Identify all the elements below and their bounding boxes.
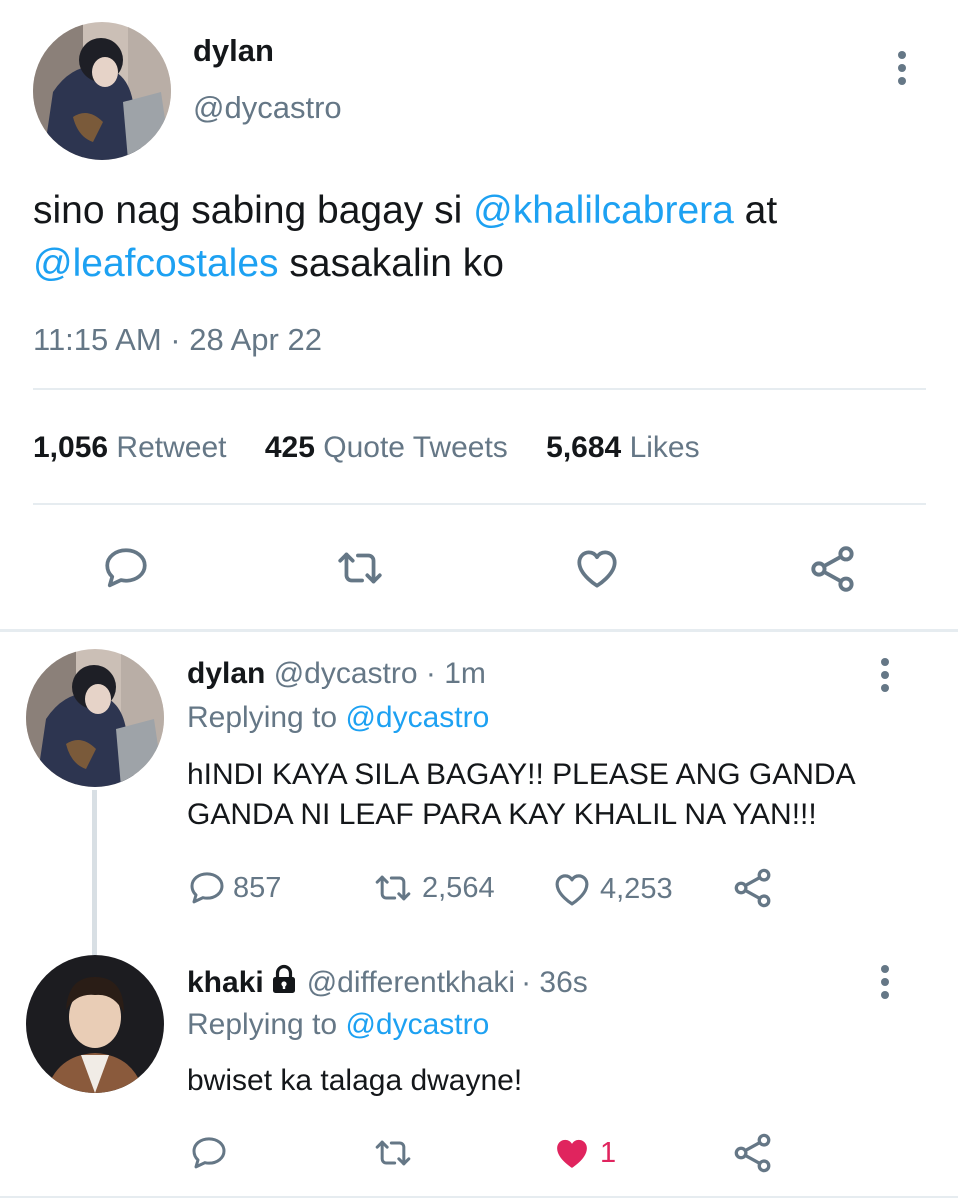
tweet-text: sino nag sabing bagay si @khalilcabrera … (33, 184, 913, 290)
share-button[interactable] (731, 1131, 775, 1175)
handle[interactable]: @differentkhaki (307, 966, 515, 1000)
avatar[interactable] (26, 649, 164, 787)
mention-link[interactable]: @khalilcabrera (473, 189, 734, 232)
lock-icon (271, 964, 297, 1002)
reply-time[interactable]: · 1m (426, 657, 486, 690)
more-options-icon[interactable] (880, 965, 890, 1004)
reply-text: hINDI KAYA SILA BAGAY!! PLEASE ANG GANDA… (187, 755, 856, 835)
like-count: 4,253 (600, 872, 673, 905)
thread-line (92, 790, 97, 955)
tweet-text-part: at (733, 189, 778, 232)
reply-icon (187, 868, 227, 908)
reply-text-line: hINDI KAYA SILA BAGAY!! PLEASE ANG GANDA (187, 758, 856, 791)
like-button[interactable] (572, 543, 622, 593)
reply-button[interactable] (101, 543, 151, 593)
heart-filled-icon (550, 1132, 594, 1174)
replying-to-link[interactable]: @dycastro (345, 701, 489, 734)
handle[interactable]: @dycastro (274, 657, 418, 690)
reply-count: 857 (233, 871, 282, 904)
reply-icon (101, 543, 151, 593)
reply-button[interactable]: 857 (187, 868, 281, 908)
reply-icon (189, 1133, 229, 1173)
more-options-icon[interactable] (897, 51, 907, 90)
share-button[interactable] (731, 866, 775, 910)
tweet-text-part: sino nag sabing bagay si (33, 189, 474, 232)
heart-icon (572, 543, 622, 593)
reply-header: khaki @differentkhaki · 36s (187, 964, 588, 1002)
display-name[interactable]: khaki (187, 966, 264, 1000)
quotes-label: Quote Tweets (323, 431, 508, 464)
section-divider (0, 629, 958, 632)
reply-header: dylan @dycastro · 1m (187, 657, 486, 691)
retweet-button[interactable] (334, 543, 386, 593)
share-icon (731, 866, 775, 910)
like-count: 1 (600, 1136, 617, 1169)
mention-link[interactable]: @leafcostales (33, 242, 279, 285)
share-button[interactable] (807, 543, 859, 595)
handle[interactable]: @dycastro (193, 90, 342, 126)
like-button[interactable]: 1 (550, 1132, 616, 1174)
like-button[interactable]: 4,253 (550, 868, 673, 910)
retweet-icon (334, 543, 386, 593)
likes-stat[interactable]: 5,684 Likes (546, 431, 699, 464)
bottom-divider (0, 1196, 958, 1198)
replying-to: Replying to @dycastro (187, 701, 489, 735)
share-icon (807, 543, 859, 595)
tweet-stats: 1,056 Retweet 425 Quote Tweets 5,684 Lik… (33, 431, 700, 465)
reply-text-line: bwiset ka talaga dwayne! (187, 1064, 523, 1097)
replying-to: Replying to @dycastro (187, 1008, 489, 1042)
retweets-count: 1,056 (33, 431, 109, 464)
divider (33, 388, 926, 390)
retweets-label: Retweet (116, 431, 227, 464)
retweet-button[interactable]: 2,564 (366, 868, 495, 908)
likes-count: 5,684 (546, 431, 622, 464)
replying-to-label: Replying to (187, 701, 346, 734)
retweet-icon (366, 868, 420, 908)
retweet-button[interactable] (366, 1133, 426, 1173)
reply-button[interactable] (189, 1133, 235, 1173)
retweet-stat[interactable]: 1,056 Retweet (33, 431, 226, 464)
timestamp[interactable]: 11:15 AM · 28 Apr 22 (33, 322, 322, 358)
share-icon (731, 1131, 775, 1175)
more-options-icon[interactable] (880, 658, 890, 697)
quotes-count: 425 (264, 431, 315, 464)
avatar[interactable] (33, 22, 171, 160)
likes-label: Likes (629, 431, 700, 464)
display-name[interactable]: dylan (193, 33, 274, 69)
reply-text-line: GANDA NI LEAF PARA KAY KHALIL NA YAN!!! (187, 798, 817, 831)
retweet-icon (366, 1133, 420, 1173)
retweet-count: 2,564 (422, 871, 495, 904)
replying-to-link[interactable]: @dycastro (345, 1008, 489, 1041)
divider (33, 503, 926, 505)
quote-stat[interactable]: 425 Quote Tweets (265, 431, 508, 464)
tweet-text-part: sasakalin ko (278, 242, 504, 285)
reply-text: bwiset ka talaga dwayne! (187, 1064, 522, 1098)
display-name[interactable]: dylan (187, 657, 265, 690)
replying-to-label: Replying to (187, 1008, 346, 1041)
avatar[interactable] (26, 955, 164, 1093)
reply-time[interactable]: · 36s (521, 966, 588, 1000)
heart-icon (550, 868, 594, 910)
